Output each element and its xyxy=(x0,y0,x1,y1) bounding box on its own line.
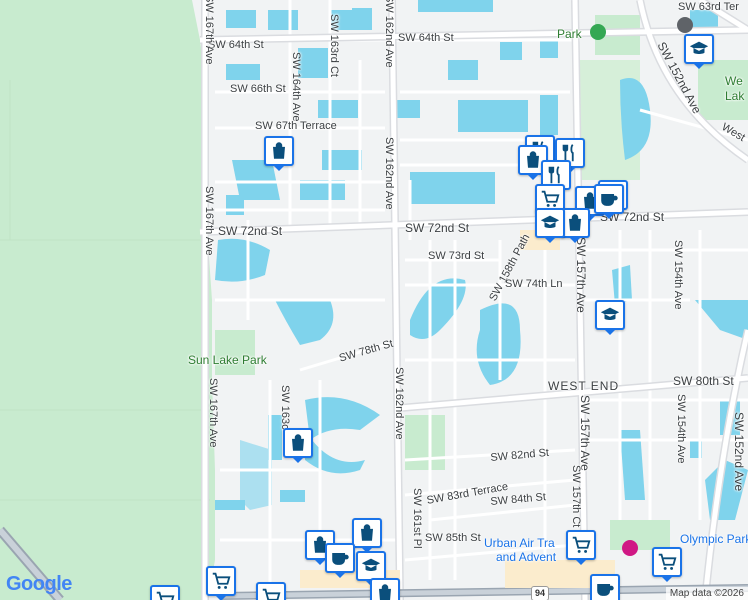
street-label-sw-154th-ave: SW 154th Ave xyxy=(672,240,684,310)
school-icon[interactable] xyxy=(356,551,386,586)
school-icon[interactable] xyxy=(535,208,565,243)
shopping-cart-icon[interactable] xyxy=(566,530,596,565)
shopping-bag-icon[interactable] xyxy=(352,518,382,553)
place-label-sun-lake-park[interactable]: Sun Lake Park xyxy=(188,354,267,366)
school-icon[interactable] xyxy=(677,17,693,33)
street-label-sw-72nd-st-mid: SW 72nd St xyxy=(405,221,470,235)
park-icon[interactable] xyxy=(590,24,606,40)
shopping-bag-icon[interactable] xyxy=(264,136,294,171)
street-label-sw-162nd-ave-top2: SW 162nd Ave xyxy=(383,0,395,68)
shopping-cart-icon[interactable] xyxy=(256,582,286,600)
place-label-west-lake-1[interactable]: We xyxy=(725,75,743,87)
street-label-sw-164th-ave: SW 164th Ave xyxy=(290,52,302,122)
street-label-sw-163c: SW 163c xyxy=(279,385,291,430)
place-label-urban-air-1[interactable]: Urban Air Tra xyxy=(484,537,555,549)
street-label-sw-64th-st-2: SW 64th St xyxy=(398,32,454,44)
street-label-sw-66th-st: SW 66th St xyxy=(230,83,286,95)
street-label-sw-74th-ln: SW 74th Ln xyxy=(505,278,563,290)
shopping-bag-icon[interactable] xyxy=(370,578,400,600)
street-label-sw-167th-ave-mid: SW 167th Ave xyxy=(203,186,215,256)
school-icon[interactable] xyxy=(684,34,714,69)
map-base xyxy=(0,0,748,600)
map-canvas[interactable]: SW 64th St SW 64th St SW 63rd Ter SW 163… xyxy=(0,0,748,600)
street-label-sw-63rd-ter: SW 63rd Ter xyxy=(678,1,739,13)
google-logo: Google xyxy=(6,573,72,596)
cafe-icon[interactable] xyxy=(325,543,355,578)
street-label-sw-167th-ave-top: SW 167th Ave xyxy=(203,0,215,65)
street-label-sw-157th-ct: SW 157th Ct xyxy=(570,465,582,528)
cafe-icon[interactable] xyxy=(590,574,620,600)
street-label-sw-85th-st: SW 85th St xyxy=(425,532,481,544)
street-label-sw-72nd-st-left: SW 72nd St xyxy=(218,224,283,238)
shopping-cart-icon[interactable] xyxy=(206,566,236,600)
street-label-sw-163rd-ct: SW 163rd Ct xyxy=(328,14,340,77)
street-label-sw-64th-st: SW 64th St xyxy=(208,39,264,51)
street-label-sw-162nd-ave-top: SW 162nd Ave xyxy=(383,137,395,210)
street-label-sw-154th-ave-2: SW 154th Ave xyxy=(675,394,687,464)
street-label-sw-162nd-ave-bot: SW 162nd Ave xyxy=(393,367,405,440)
school-icon[interactable] xyxy=(595,300,625,335)
street-label-sw-152nd-ave-bot: SW 152nd Ave xyxy=(732,412,746,492)
google-logo-text: Google xyxy=(6,573,72,595)
map-attribution[interactable]: Map data ©2026 xyxy=(665,587,748,600)
street-label-sw-157th-ave: SW 157th Ave xyxy=(574,237,588,313)
entertainment-icon[interactable] xyxy=(622,540,638,556)
route-shield: 94 xyxy=(531,586,549,600)
shopping-bag-icon[interactable] xyxy=(283,428,313,463)
street-label-sw-67th-terrace: SW 67th Terrace xyxy=(255,120,337,132)
street-label-sw-73rd-st: SW 73rd St xyxy=(428,250,485,262)
shopping-cart-icon[interactable] xyxy=(150,585,180,600)
street-label-sw-80th-st: SW 80th St xyxy=(673,374,734,388)
place-label-olympic-park[interactable]: Olympic Park xyxy=(680,533,748,545)
place-label-park[interactable]: Park xyxy=(557,28,582,40)
shopping-cart-icon[interactable] xyxy=(652,547,682,582)
street-label-sw-157th-ave-2: SW 157th Ave xyxy=(578,395,592,471)
place-label-west-lake-2[interactable]: Lak xyxy=(725,90,744,102)
street-label-sw-161st-pl: SW 161st Pl xyxy=(411,488,423,549)
street-label-west-end: WEST END xyxy=(548,379,620,393)
street-label-sw-167th-ave-bot: SW 167th Ave xyxy=(207,378,219,448)
cafe-icon[interactable] xyxy=(594,184,624,219)
place-label-urban-air-2[interactable]: and Advent xyxy=(496,551,556,563)
